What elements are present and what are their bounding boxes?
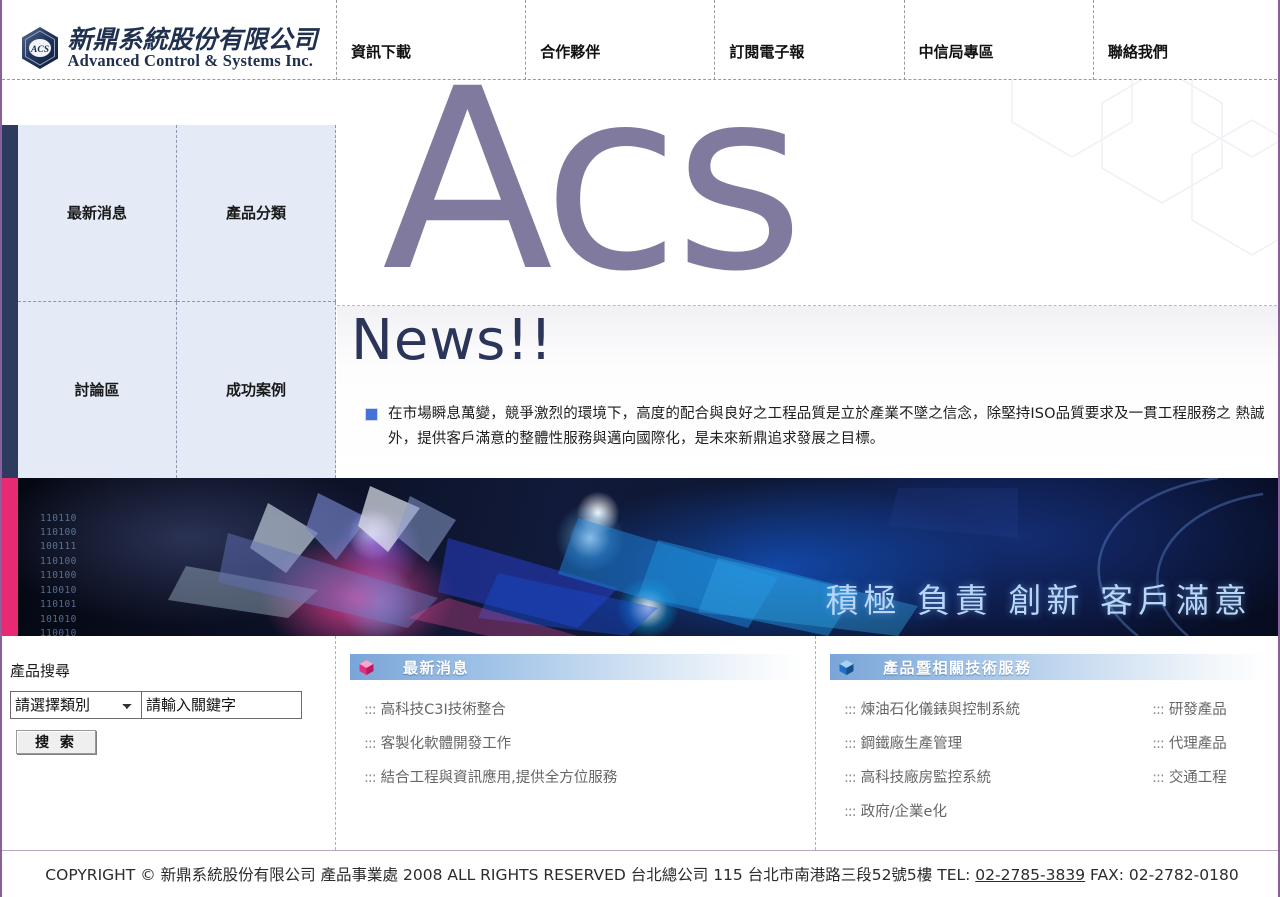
sidebar-item-success-cases[interactable]: 成功案例 — [177, 301, 336, 478]
news-heading: News!! — [351, 308, 554, 373]
news-intro-block: 在市場瞬息萬變，競爭激烈的環境下，高度的配合與良好之工程品質是立於產業不墜之信念… — [365, 402, 1275, 453]
products-list-right: ::: 研發產品 ::: 代理產品 ::: 交通工程 — [1152, 698, 1227, 834]
sidebar-item-product-categories[interactable]: 產品分類 — [177, 125, 336, 302]
telephone-link[interactable]: 02-2785-3839 — [975, 866, 1085, 884]
list-bullet-dots: ::: — [364, 736, 377, 752]
nav-label: 訂閱電子報 — [729, 43, 805, 61]
list-bullet-dots: ::: — [844, 804, 857, 820]
list-item-label: 結合工程與資訊應用,提供全方位服務 — [380, 770, 618, 786]
banner-slogan: 積極 負責 創新 客戶滿意 — [825, 581, 1252, 620]
list-item-label: 政府/企業e化 — [860, 804, 947, 820]
list-item-label: 客製化軟體開發工作 — [380, 736, 512, 752]
sidebar-item-label: 產品分類 — [225, 204, 286, 223]
latest-news-panel-body: ::: 高科技C3I技術整合 ::: 客製化軟體開發工作 ::: 結合工程與資訊應用,… — [336, 680, 815, 800]
list-item-label: 交通工程 — [1168, 770, 1227, 786]
sidebar-item-forum[interactable]: 討論區 — [18, 301, 177, 478]
list-item[interactable]: ::: 煉油石化儀錶與控制系統 — [844, 698, 1020, 719]
list-bullet-dots: ::: — [364, 770, 377, 786]
sidebar-item-label: 最新消息 — [66, 204, 127, 223]
list-item[interactable]: ::: 鋼鐵廠生產管理 — [844, 732, 1020, 753]
products-services-panel: 產品暨相關技術服務 ::: 煉油石化儀錶與控制系統 ::: 鋼鐵廠生產管理 ::: 高… — [816, 636, 1278, 850]
pink-cube-icon — [358, 659, 375, 676]
latest-news-panel-header: 最新消息 — [350, 654, 801, 680]
news-intro-text: 在市場瞬息萬變，競爭激烈的環境下，高度的配合與良好之工程品質是立於產業不墜之信念… — [388, 406, 1265, 448]
list-bullet-dots: ::: — [1152, 736, 1165, 752]
copyright-prefix: COPYRIGHT © 新鼎系統股份有限公司 產品事業處 2008 ALL RI… — [45, 866, 976, 884]
sidebar-grid: 最新消息 產品分類 討論區 成功案例 — [18, 125, 336, 478]
middle-section: 最新消息 產品分類 討論區 成功案例 Acs News!! 在市場瞬息萬變，競爭… — [2, 80, 1278, 478]
sidebar-item-latest-news[interactable]: 最新消息 — [18, 125, 177, 302]
acs-wordmark: Acs — [382, 80, 804, 326]
blue-cube-icon — [838, 659, 855, 676]
hero-area: Acs News!! 在市場瞬息萬變，競爭激烈的環境下，高度的配合與良好之工程品… — [337, 80, 1278, 478]
list-item-label: 煉油石化儀錶與控制系統 — [860, 702, 1021, 718]
blue-square-bullet-icon — [365, 408, 378, 421]
hero-banner: 110110 110100 100111 110100 110100 11001… — [2, 478, 1278, 637]
nav-item-newsletter[interactable]: 訂閱電子報 — [714, 0, 903, 80]
list-item-label: 鋼鐵廠生產管理 — [860, 736, 963, 752]
nav-label: 聯絡我們 — [1107, 43, 1168, 61]
product-category-select[interactable]: 請選擇類別 — [10, 691, 142, 719]
products-panel-header: 產品暨相關技術服務 — [830, 654, 1268, 680]
list-item[interactable]: ::: 高科技廠房監控系統 — [844, 766, 1020, 787]
list-bullet-dots: ::: — [364, 702, 377, 718]
list-item[interactable]: ::: 政府/企業e化 — [844, 800, 1020, 821]
copyright-suffix: FAX: 02-2782-0180 — [1085, 866, 1239, 884]
list-item[interactable]: ::: 交通工程 — [1152, 766, 1227, 787]
list-bullet-dots: ::: — [1152, 702, 1165, 718]
list-item[interactable]: ::: 代理產品 — [1152, 732, 1227, 753]
product-search-panel: 產品搜尋 請選擇類別 搜 索 — [2, 636, 336, 850]
latest-news-panel-title: 最新消息 — [403, 658, 470, 677]
nav-item-partners[interactable]: 合作夥伴 — [525, 0, 714, 80]
list-bullet-dots: ::: — [844, 702, 857, 718]
list-item[interactable]: ::: 高科技C3I技術整合 — [364, 698, 617, 719]
page-root: ACS 新鼎系統股份有限公司 Advanced Control & System… — [0, 0, 1280, 897]
banner-binary-digits: 110110 110100 100111 110100 110100 11001… — [40, 512, 77, 637]
nav-item-downloads[interactable]: 資訊下載 — [336, 0, 525, 80]
list-item[interactable]: ::: 結合工程與資訊應用,提供全方位服務 — [364, 766, 617, 787]
search-controls-row: 請選擇類別 — [10, 691, 335, 719]
list-item-label: 代理產品 — [1168, 736, 1227, 752]
list-item[interactable]: ::: 研發產品 — [1152, 698, 1227, 719]
copyright-text: COPYRIGHT © 新鼎系統股份有限公司 產品事業處 2008 ALL RI… — [45, 863, 1238, 885]
latest-news-panel: 最新消息 ::: 高科技C3I技術整合 ::: 客製化軟體開發工作 ::: 結合工程與… — [336, 636, 816, 850]
list-item[interactable]: ::: 客製化軟體開發工作 — [364, 732, 617, 753]
product-search-title: 產品搜尋 — [10, 662, 71, 680]
navy-accent-bar — [2, 125, 18, 478]
list-bullet-dots: ::: — [844, 770, 857, 786]
nav-label: 合作夥伴 — [540, 43, 601, 61]
logo[interactable]: ACS 新鼎系統股份有限公司 Advanced Control & System… — [2, 0, 336, 80]
site-header: ACS 新鼎系統股份有限公司 Advanced Control & System… — [2, 0, 1278, 80]
site-footer: COPYRIGHT © 新鼎系統股份有限公司 產品事業處 2008 ALL RI… — [2, 850, 1278, 897]
products-panel-title: 產品暨相關技術服務 — [883, 658, 1032, 677]
news-list: ::: 高科技C3I技術整合 ::: 客製化軟體開發工作 ::: 結合工程與資訊應用,… — [364, 698, 617, 800]
sidebar-item-label: 成功案例 — [225, 381, 286, 400]
products-list-left: ::: 煉油石化儀錶與控制系統 ::: 鋼鐵廠生產管理 ::: 高科技廠房監控系統 :… — [844, 698, 1020, 834]
acs-hexagon-logo-icon: ACS — [20, 26, 60, 70]
hexagon-watermark-icon — [1011, 80, 1278, 256]
nav-item-contact[interactable]: 聯絡我們 — [1092, 0, 1278, 80]
list-bullet-dots: ::: — [844, 736, 857, 752]
logo-chinese-name: 新鼎系統股份有限公司 — [67, 24, 318, 54]
main-nav: 資訊下載 合作夥伴 訂閱電子報 中信局專區 聯絡我們 — [336, 0, 1278, 80]
sidebar-item-label: 討論區 — [74, 381, 120, 400]
pink-accent-bar — [2, 478, 18, 636]
list-item-label: 高科技C3I技術整合 — [380, 702, 506, 718]
nav-label: 中信局專區 — [918, 43, 994, 61]
nav-item-government-zone[interactable]: 中信局專區 — [903, 0, 1093, 80]
search-submit-button[interactable]: 搜 索 — [16, 730, 96, 754]
svg-text:ACS: ACS — [31, 45, 50, 55]
search-keyword-input[interactable] — [142, 691, 302, 719]
products-panel-body: ::: 煉油石化儀錶與控制系統 ::: 鋼鐵廠生產管理 ::: 高科技廠房監控系統 :… — [816, 680, 1278, 834]
list-item-label: 高科技廠房監控系統 — [860, 770, 992, 786]
list-item-label: 研發產品 — [1168, 702, 1227, 718]
lower-section: 產品搜尋 請選擇類別 搜 索 最新消息 — [2, 636, 1278, 850]
logo-english-name: Advanced Control & Systems Inc. — [67, 50, 314, 70]
list-bullet-dots: ::: — [1152, 770, 1165, 786]
nav-label: 資訊下載 — [351, 43, 412, 61]
